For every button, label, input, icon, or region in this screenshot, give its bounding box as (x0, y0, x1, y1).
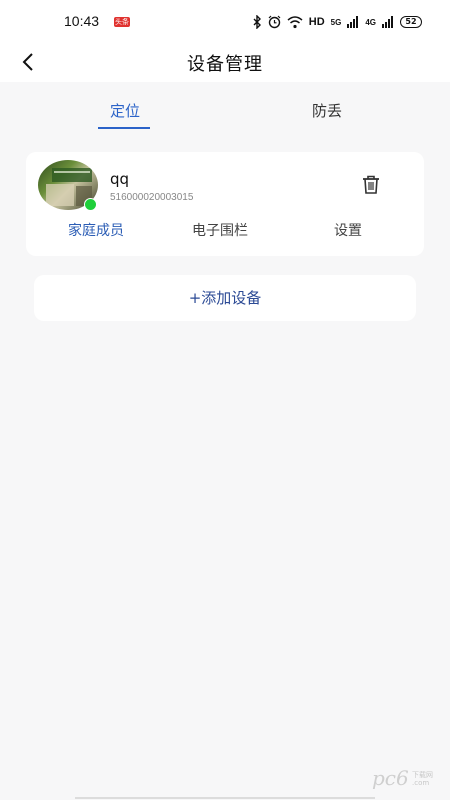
alarm-icon (268, 15, 281, 29)
device-settings-button[interactable]: 设置 (334, 220, 362, 240)
status-icons: HD 5G 4G 52 (253, 13, 422, 31)
signal-icon-2 (382, 16, 393, 28)
status-bar: 10:43 头条 HD 5G 4G 52 (0, 0, 450, 44)
notification-badge: 头条 (114, 17, 130, 27)
add-device-button[interactable]: +添加设备 (34, 275, 416, 321)
signal-4g-label: 4G (365, 17, 376, 27)
watermark-sub-text: .com (412, 779, 430, 787)
app-header: 设备管理 (0, 44, 450, 82)
device-name: qq (110, 170, 130, 188)
watermark-logo: pc6 下载网 .com (372, 766, 442, 792)
trash-icon (363, 175, 379, 194)
online-status-dot (84, 198, 97, 211)
page-title: 设备管理 (187, 54, 263, 75)
battery-icon: 52 (400, 16, 422, 28)
device-card: qq 516000020003015 家庭成员 电子围栏 设置 (26, 152, 424, 256)
tab-active-indicator (98, 127, 150, 129)
status-time: 10:43 (64, 13, 100, 29)
tab-anti-lost[interactable]: 防丢 (302, 100, 352, 121)
bluetooth-icon (253, 15, 261, 29)
device-id: 516000020003015 (110, 192, 194, 203)
tab-bar: 定位 防丢 (0, 92, 450, 132)
hd-label: HD (308, 16, 325, 28)
signal-icon (347, 16, 359, 28)
bottom-divider (75, 797, 375, 799)
geofence-button[interactable]: 电子围栏 (192, 220, 248, 240)
family-members-button[interactable]: 家庭成员 (68, 220, 124, 240)
tab-locate[interactable]: 定位 (100, 100, 150, 121)
watermark-text: pc6 (372, 766, 409, 790)
wifi-icon (287, 16, 303, 29)
delete-device-button[interactable] (361, 174, 381, 196)
signal-5g-label: 5G (330, 17, 342, 27)
